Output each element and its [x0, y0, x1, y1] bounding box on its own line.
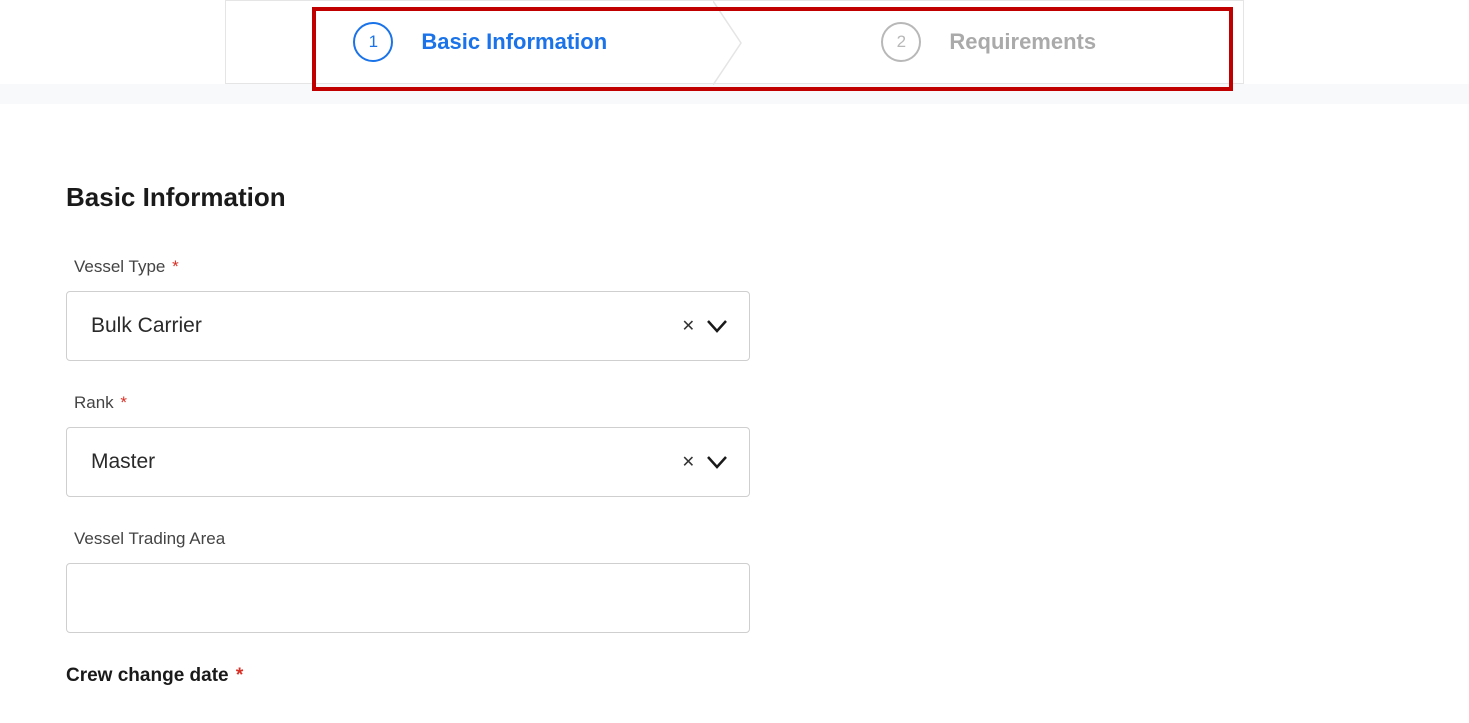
- clear-icon[interactable]: ✕: [678, 448, 699, 476]
- vessel-trading-area-input[interactable]: [66, 563, 750, 633]
- step-basic-information[interactable]: 1 Basic Information: [226, 1, 735, 83]
- step-arrow-icon: [713, 1, 757, 83]
- required-indicator: *: [236, 665, 243, 686]
- step-label: Basic Information: [421, 29, 607, 55]
- vessel-trading-area-label: Vessel Trading Area: [74, 529, 750, 549]
- step-number-circle: 2: [881, 22, 921, 62]
- label-text: Rank: [74, 393, 114, 412]
- step-number: 1: [369, 32, 378, 52]
- stepper-container: 1 Basic Information 2 Requirements: [0, 0, 1469, 84]
- select-value: Bulk Carrier: [91, 314, 678, 338]
- form-section: Basic Information Vessel Type * Bulk Car…: [16, 104, 1453, 687]
- section-gap: [0, 84, 1469, 104]
- crew-change-date-group: Crew change date *: [66, 665, 750, 687]
- section-title: Basic Information: [66, 182, 1403, 213]
- select-value: Master: [91, 450, 678, 474]
- rank-label: Rank *: [74, 393, 750, 413]
- crew-change-date-label: Crew change date *: [66, 665, 750, 687]
- vessel-trading-area-group: Vessel Trading Area: [66, 529, 750, 633]
- vessel-type-group: Vessel Type * Bulk Carrier ✕: [66, 257, 750, 361]
- vessel-type-select[interactable]: Bulk Carrier ✕: [66, 291, 750, 361]
- stepper: 1 Basic Information 2 Requirements: [225, 0, 1244, 84]
- step-number: 2: [897, 32, 906, 52]
- step-number-circle: 1: [353, 22, 393, 62]
- rank-select[interactable]: Master ✕: [66, 427, 750, 497]
- required-indicator: *: [172, 257, 179, 276]
- select-controls: ✕: [678, 448, 729, 476]
- required-indicator: *: [120, 393, 127, 412]
- step-label: Requirements: [949, 29, 1096, 55]
- label-text: Vessel Trading Area: [74, 529, 225, 548]
- chevron-down-icon[interactable]: [705, 314, 729, 338]
- chevron-down-icon[interactable]: [705, 450, 729, 474]
- vessel-type-label: Vessel Type *: [74, 257, 750, 277]
- step-requirements[interactable]: 2 Requirements: [735, 1, 1244, 83]
- label-text: Crew change date: [66, 665, 229, 686]
- select-controls: ✕: [678, 312, 729, 340]
- rank-group: Rank * Master ✕: [66, 393, 750, 497]
- clear-icon[interactable]: ✕: [678, 312, 699, 340]
- label-text: Vessel Type: [74, 257, 165, 276]
